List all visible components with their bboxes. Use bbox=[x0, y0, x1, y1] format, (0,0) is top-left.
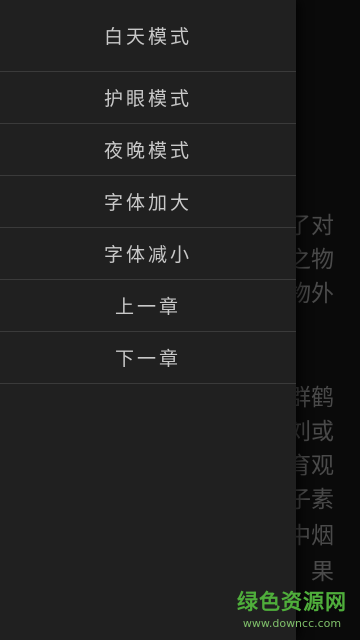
settings-drawer: 白天模式 护眼模式 夜晚模式 字体加大 字体减小 上一章 下一章 bbox=[0, 0, 296, 640]
menu-item-day-mode[interactable]: 白天模式 bbox=[0, 0, 296, 72]
menu-item-font-decrease[interactable]: 字体减小 bbox=[0, 228, 296, 280]
menu-item-next-chapter[interactable]: 下一章 bbox=[0, 332, 296, 384]
watermark-url: www.downcc.com bbox=[242, 617, 342, 630]
menu-item-previous-chapter[interactable]: 上一章 bbox=[0, 280, 296, 332]
menu-item-night-mode[interactable]: 夜晚模式 bbox=[0, 124, 296, 176]
reader-line: 果 bbox=[311, 559, 334, 585]
menu-item-eye-care-mode[interactable]: 护眼模式 bbox=[0, 72, 296, 124]
watermark-title: 绿色资源网 bbox=[237, 590, 347, 614]
menu-item-font-increase[interactable]: 字体加大 bbox=[0, 176, 296, 228]
watermark: 绿色资源网 www.downcc.com bbox=[232, 586, 352, 630]
